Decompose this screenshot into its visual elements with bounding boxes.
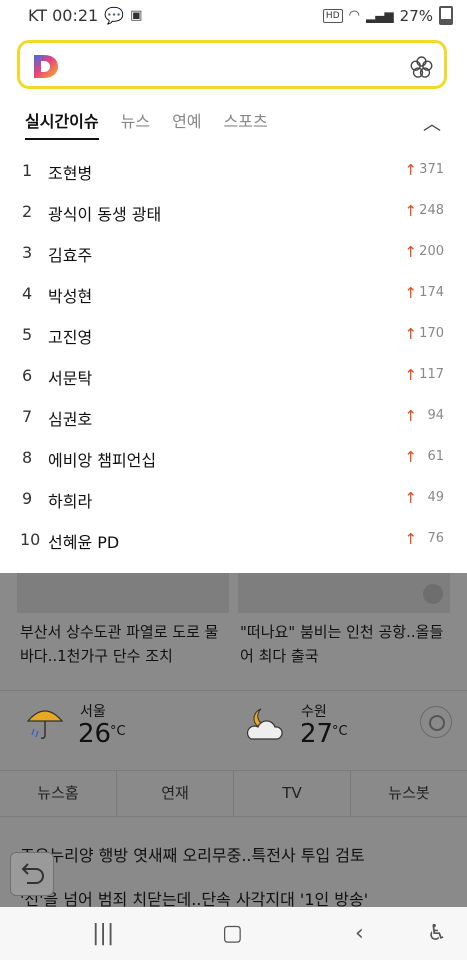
ranking-row[interactable]: 8 에비앙 챔피언십 ↑ 61: [0, 437, 467, 478]
rank-change-count: 170: [419, 326, 444, 341]
news-card-thumbnail: [238, 573, 450, 613]
wifi-icon: ◠: [348, 8, 360, 23]
realtime-ranking-list: 1 조현병 ↑ 371 2 광식이 동생 광태 ↑ 248 3 김효주 ↑ 20…: [0, 150, 467, 560]
rank-up-arrow-icon: ↑: [404, 243, 417, 261]
rank-number: 5: [22, 325, 33, 344]
rank-keyword[interactable]: 심권호: [48, 406, 92, 430]
rank-change-count: 94: [427, 408, 444, 423]
battery-icon: [439, 6, 453, 25]
tab-news[interactable]: 뉴스: [121, 108, 150, 140]
issue-tabs: 실시간이슈 뉴스 연예 스포츠: [25, 108, 268, 140]
rank-up-arrow-icon: ↑: [404, 366, 417, 384]
rank-up-arrow-icon: ↑: [404, 161, 417, 179]
weather-city: 수원: [301, 704, 327, 720]
ranking-row[interactable]: 3 김효주 ↑ 200: [0, 232, 467, 273]
location-target-icon[interactable]: [420, 706, 452, 738]
ranking-row[interactable]: 4 박성현 ↑ 174: [0, 273, 467, 314]
status-bar: KT 00:21 💬 ▣ HD ◠ ▂▄▆ 27%: [0, 0, 467, 30]
signal-icon: ▂▄▆: [365, 8, 394, 23]
recent-apps-icon[interactable]: |||: [92, 921, 114, 946]
news-section-tabs: 뉴스홈 연재 TV 뉴스봇: [0, 770, 467, 817]
rank-change-count: 117: [419, 367, 444, 382]
news-card-headline[interactable]: "떠나요" 붐비는 인천 공항..올들어 최다 출국: [240, 620, 450, 668]
battery-percent: 27%: [399, 6, 433, 25]
home-icon[interactable]: ▢: [222, 921, 243, 946]
rank-keyword[interactable]: 조현병: [48, 160, 92, 184]
news-card-headline[interactable]: 부산서 상수도관 파열로 도로 물바다..1천가구 단수 조치: [20, 620, 225, 668]
system-nav-bar: ||| ▢ ‹ ♿: [0, 907, 467, 960]
rank-change-count: 76: [427, 531, 444, 546]
rank-up-arrow-icon: ↑: [404, 284, 417, 302]
ranking-row[interactable]: 7 심권호 ↑ 94: [0, 396, 467, 437]
rank-number: 4: [22, 284, 33, 303]
rank-number: 9: [22, 489, 33, 508]
play-icon: [423, 584, 443, 604]
rank-change-count: 174: [419, 285, 444, 300]
rank-change-count: 49: [427, 490, 444, 505]
rank-number: 2: [22, 202, 33, 221]
back-floating-button[interactable]: [10, 852, 54, 896]
rank-keyword[interactable]: 광식이 동생 광태: [48, 201, 161, 225]
chat-bubble-icon: 💬: [104, 6, 125, 25]
news-list-item[interactable]: 조우누리양 행방 엿새째 오리무중..특전사 투입 검토: [20, 842, 365, 866]
tab-realtime-issue[interactable]: 실시간이슈: [25, 108, 99, 140]
partly-cloudy-night-icon: [246, 708, 283, 740]
ranking-row[interactable]: 5 고진영 ↑ 170: [0, 314, 467, 355]
rank-up-arrow-icon: ↑: [404, 202, 417, 220]
rank-keyword[interactable]: 김효주: [48, 242, 92, 266]
rank-number: 8: [22, 448, 33, 467]
rank-keyword[interactable]: 고진영: [48, 324, 92, 348]
rank-change-count: 248: [419, 203, 444, 218]
hd-voice-icon: HD: [322, 8, 343, 23]
tab-tv[interactable]: TV: [234, 771, 351, 816]
weather-unit: °C: [332, 724, 348, 739]
rank-up-arrow-icon: ↑: [404, 325, 417, 343]
weather-unit: °C: [110, 724, 126, 739]
tab-sports[interactable]: 스포츠: [224, 108, 268, 140]
tab-series[interactable]: 연재: [117, 771, 234, 816]
accessibility-icon[interactable]: ♿: [427, 921, 447, 946]
weather-temp: 26: [78, 719, 112, 749]
ranking-row[interactable]: 6 서문탁 ↑ 117: [0, 355, 467, 396]
tab-news-home[interactable]: 뉴스홈: [0, 771, 117, 816]
rank-up-arrow-icon: ↑: [404, 448, 417, 466]
undo-arrow-icon: [21, 863, 44, 884]
rank-keyword[interactable]: 하희라: [48, 488, 92, 512]
rank-number: 3: [22, 243, 33, 262]
tab-newsbot[interactable]: 뉴스봇: [351, 771, 467, 816]
chevron-up-icon[interactable]: ︿: [423, 110, 441, 136]
weather-temp: 27: [300, 719, 334, 749]
news-card-thumbnail: [17, 573, 229, 613]
rank-keyword[interactable]: 선혜윤 PD: [48, 529, 119, 553]
weather-city: 서울: [80, 704, 106, 720]
rank-change-count: 200: [419, 244, 444, 259]
image-search-icon: ▣: [130, 8, 143, 23]
rank-number: 1: [22, 161, 33, 180]
rank-keyword[interactable]: 에비앙 챔피언십: [48, 447, 156, 471]
daum-logo-icon: [34, 55, 58, 78]
flower-icon[interactable]: [409, 55, 434, 80]
rank-up-arrow-icon: ↑: [404, 407, 417, 425]
rank-up-arrow-icon: ↑: [404, 489, 417, 507]
rank-keyword[interactable]: 서문탁: [48, 365, 92, 389]
weather-widget: 서울 26 °C 수원 27 °C: [0, 690, 467, 759]
search-box[interactable]: [17, 40, 447, 89]
rank-keyword[interactable]: 박성현: [48, 283, 92, 307]
carrier-time: KT 00:21: [28, 6, 99, 25]
rank-up-arrow-icon: ↑: [404, 530, 417, 548]
ranking-row[interactable]: 10 선혜윤 PD ↑ 76: [0, 519, 467, 560]
rank-number: 7: [22, 407, 33, 426]
ranking-row[interactable]: 1 조현병 ↑ 371: [0, 150, 467, 191]
rain-umbrella-icon: [26, 710, 64, 739]
back-icon[interactable]: ‹: [355, 921, 364, 946]
ranking-row[interactable]: 9 하희라 ↑ 49: [0, 478, 467, 519]
tab-entertainment[interactable]: 연예: [172, 108, 201, 140]
rank-number: 6: [22, 366, 33, 385]
rank-change-count: 371: [419, 162, 444, 177]
ranking-row[interactable]: 2 광식이 동생 광태 ↑ 248: [0, 191, 467, 232]
rank-change-count: 61: [427, 449, 444, 464]
rank-number: 10: [20, 530, 41, 549]
